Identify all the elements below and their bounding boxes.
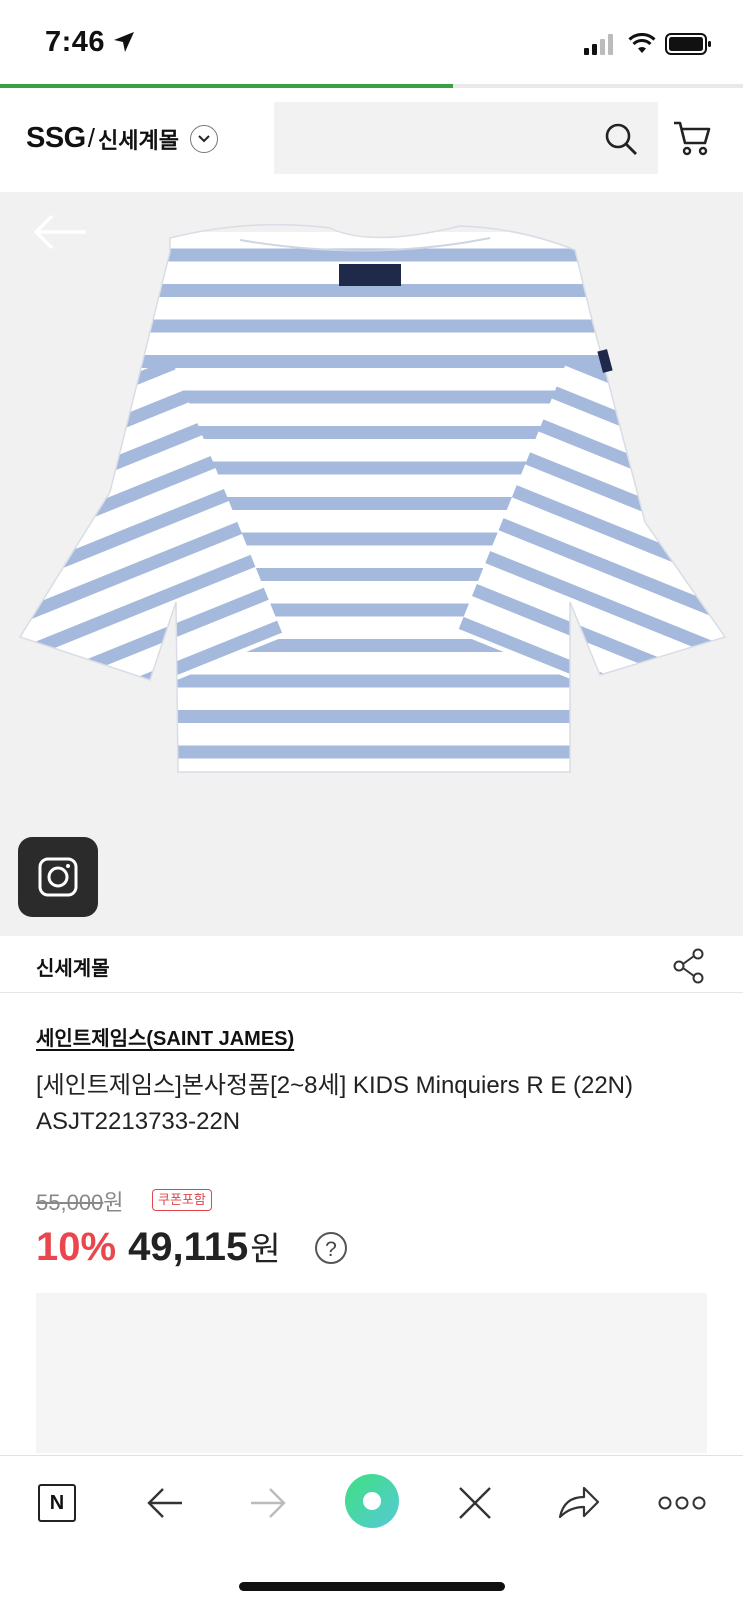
promo-placeholder [36,1293,707,1453]
status-bar: 7:46 [0,0,743,88]
coupon-badge: 쿠폰포함 [152,1189,212,1211]
browser-forward-icon[interactable] [249,1483,287,1523]
instagram-icon [38,857,78,897]
price-help-icon[interactable]: ? [315,1232,347,1264]
search-input[interactable] [274,102,658,174]
original-price-unit: 원 [103,1190,124,1215]
site-header: SSG / 신세계몰 [0,88,743,192]
browser-back-icon[interactable] [146,1483,184,1523]
striped-shirt-image [18,223,727,773]
logo-brand: SSG [26,122,86,154]
naver-label: N [49,1492,65,1514]
original-price: 55,000원 [36,1185,124,1217]
logo-mall-name: 신세계몰 [97,127,179,153]
more-icon[interactable] [658,1494,706,1512]
sale-price-row: 10% 49,115 원 [36,1222,281,1270]
green-dot-button-icon[interactable] [344,1473,400,1529]
battery-icon [665,33,711,55]
original-price-value: 55,000 [36,1190,104,1215]
instagram-button[interactable] [18,837,98,917]
sale-price: 49,115 [128,1225,249,1269]
home-indicator [239,1582,505,1591]
cart-icon[interactable] [672,120,712,156]
store-name[interactable]: 신세계몰 [36,952,110,981]
mall-switch-chevron-down-icon[interactable] [189,124,218,153]
product-title: [세인트제임스]본사정품[2~8세] KIDS Minquiers R E (2… [36,1072,634,1135]
search-icon[interactable] [604,122,638,156]
store-bar: 신세계몰 [0,936,743,993]
status-time: 7:46 [45,26,106,58]
close-icon[interactable] [456,1483,494,1523]
wifi-icon [628,33,656,53]
brand-link[interactable]: 세인트제임스(SAINT JAMES) [36,1022,294,1051]
location-arrow-icon [114,32,134,52]
cellular-signal-icon [584,34,613,55]
discount-rate: 10% [36,1225,117,1269]
ssg-logo[interactable]: SSG / 신세계몰 [26,122,218,155]
share-icon[interactable] [672,948,706,984]
naver-home-button[interactable]: N [38,1484,76,1522]
sale-price-unit: 원 [250,1230,281,1267]
logo-separator: / [87,123,95,153]
back-arrow-icon[interactable] [32,214,88,250]
product-image[interactable] [0,192,743,936]
share-arrow-icon[interactable] [558,1483,600,1523]
